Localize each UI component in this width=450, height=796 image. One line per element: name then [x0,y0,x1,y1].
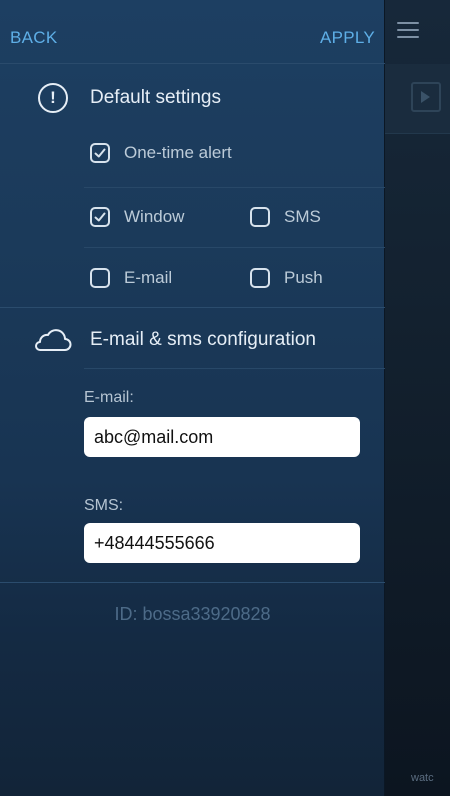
settings-panel: BACK APPLY ! Default settings One-time a… [0,0,385,796]
email-label: E-mail [124,268,173,287]
cloud-icon [35,329,72,351]
film-icon [411,82,441,112]
unchecked-box-icon [250,268,270,288]
checked-icon [90,143,110,163]
default-settings-title: Default settings [90,87,221,108]
user-id-text: ID: bossa33920828 [114,604,271,624]
section-divider [0,307,385,308]
sms-label: SMS [284,207,321,226]
top-bar: BACK APPLY [0,0,385,64]
email-field-label: E-mail: [84,389,134,406]
push-label: Push [284,268,323,287]
push-checkbox[interactable]: Push [250,268,323,288]
one-time-alert-checkbox[interactable]: One-time alert [90,143,232,163]
back-button[interactable]: BACK [10,28,58,48]
sms-field-label: SMS: [84,497,124,514]
hamburger-menu-icon[interactable] [397,22,419,38]
divider [84,247,385,248]
section-divider [0,582,385,583]
window-checkbox[interactable]: Window [90,207,184,227]
email-checkbox[interactable]: E-mail [90,268,172,288]
unchecked-box-icon [250,207,270,227]
config-header: E-mail & sms configuration [0,310,385,370]
unchecked-box-icon [90,268,110,288]
default-settings-header: ! Default settings [0,68,385,128]
email-field[interactable] [84,417,360,457]
sms-field[interactable] [84,523,360,563]
divider [84,187,385,188]
apply-button[interactable]: APPLY [320,28,375,48]
exclamation-circle-icon: ! [38,83,68,113]
divider [84,368,385,369]
sms-checkbox[interactable]: SMS [250,207,321,227]
window-label: Window [124,207,185,226]
one-time-alert-label: One-time alert [124,143,232,162]
checked-icon [90,207,110,227]
background-app: watc [385,0,450,796]
config-title: E-mail & sms configuration [90,329,316,350]
background-label: watc [411,772,434,784]
